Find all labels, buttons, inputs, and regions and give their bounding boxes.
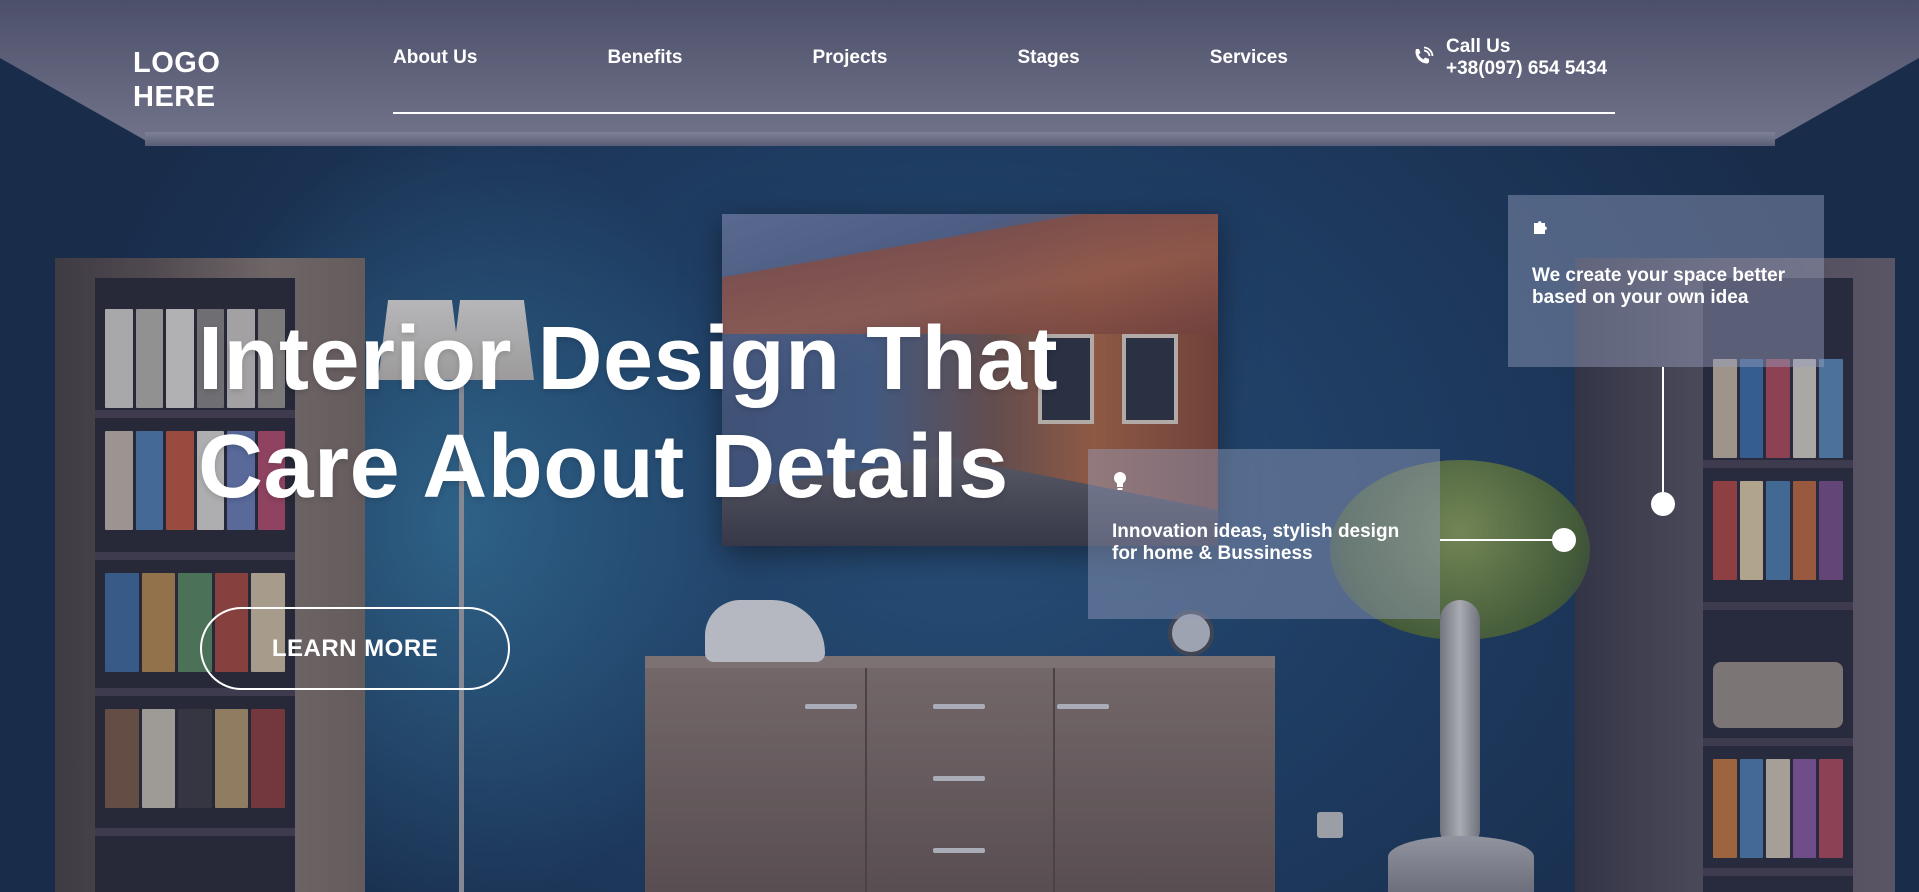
logo[interactable]: LOGO HERE [133, 46, 243, 114]
card-text: Innovation ideas, stylish design for hom… [1112, 521, 1400, 564]
main-nav: About Us Benefits Projects Stages Servic… [393, 46, 1288, 70]
lightbulb-icon [1114, 472, 1126, 490]
nav-link-about-us[interactable]: About Us [393, 46, 477, 70]
learn-more-button[interactable]: LEARN MORE [200, 607, 510, 690]
headline-line: Interior Design That [198, 309, 1059, 409]
hotspot-dot[interactable] [1552, 528, 1576, 552]
hero-headline: Interior Design That Care About Details [198, 305, 1098, 521]
nav-link-stages[interactable]: Stages [1017, 46, 1079, 70]
hotspot-dot[interactable] [1651, 492, 1675, 516]
info-card-idea: We create your space better based on you… [1508, 195, 1824, 367]
logo-line: LOGO [133, 47, 221, 79]
phone-icon [1415, 46, 1434, 64]
phone-number[interactable]: +38(097) 654 5434 [1446, 58, 1607, 80]
connector-line [1440, 539, 1564, 541]
nav-link-services[interactable]: Services [1210, 46, 1288, 70]
nav-link-projects[interactable]: Projects [812, 46, 887, 70]
call-us-block[interactable]: Call Us +38(097) 654 5434 [1410, 34, 1607, 82]
connector-line [1662, 367, 1664, 503]
logo-line: HERE [133, 81, 216, 113]
nav-link-benefits[interactable]: Benefits [607, 46, 682, 70]
header-divider [393, 112, 1615, 114]
info-card-innovation: Innovation ideas, stylish design for hom… [1088, 449, 1440, 619]
headline-line: Care About Details [198, 417, 1009, 517]
card-text: We create your space better based on you… [1532, 265, 1786, 308]
call-us-label: Call Us [1446, 36, 1511, 57]
puzzle-icon [1534, 221, 1547, 234]
